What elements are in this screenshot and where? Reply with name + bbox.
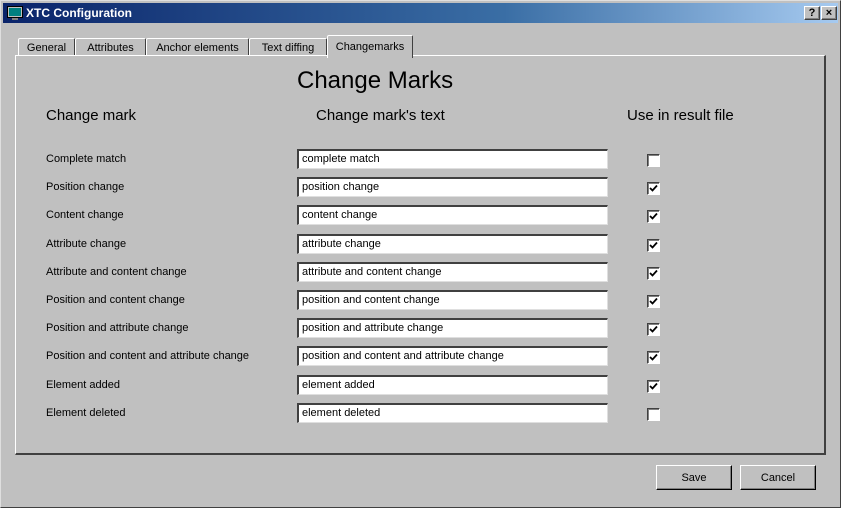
close-icon: × [825,6,833,19]
tab-general[interactable]: General [18,38,75,56]
checkmark-icon [649,269,658,277]
changemark-text-input[interactable]: element added [297,375,608,395]
use-in-result-checkbox[interactable] [647,380,660,393]
use-in-result-checkbox[interactable] [647,351,660,364]
row-label: Element added [46,379,120,391]
row-label: Element deleted [46,407,126,419]
page-title: Change Marks [297,67,454,94]
checkmark-icon [649,382,658,390]
save-button[interactable]: Save [656,465,732,490]
row-label: Content change [46,209,124,221]
row-label: Attribute change [46,238,127,250]
tab-anchor-elements[interactable]: Anchor elements [146,38,249,56]
changemark-text-input[interactable]: complete match [297,149,608,169]
changemark-text-input[interactable]: position change [297,177,608,197]
changemark-text-input[interactable]: position and content and attribute chang… [297,346,608,366]
use-in-result-checkbox[interactable] [647,239,660,252]
changemark-text-input[interactable]: position and content change [297,290,608,310]
column-header-change-mark: Change mark [46,107,137,124]
config-window: XTC Configuration ? × General Attributes… [0,0,841,508]
use-in-result-checkbox[interactable] [647,295,660,308]
use-in-result-checkbox[interactable] [647,182,660,195]
use-in-result-checkbox[interactable] [647,323,660,336]
column-header-text: Change mark's text [316,107,445,124]
row-label: Position change [46,181,125,193]
row-label: Position and attribute change [46,322,189,334]
tab-text-diffing[interactable]: Text diffing [249,38,327,56]
close-button[interactable]: × [821,6,837,20]
help-icon: ? [808,6,816,19]
help-button[interactable]: ? [804,6,820,20]
use-in-result-checkbox[interactable] [647,154,660,167]
row-label: Attribute and content change [46,266,187,278]
changemark-text-input[interactable]: attribute change [297,234,608,254]
changemark-text-input[interactable]: position and attribute change [297,318,608,338]
use-in-result-checkbox[interactable] [647,210,660,223]
checkmark-icon [649,212,658,220]
window-title: XTC Configuration [26,6,132,20]
checkmark-icon [649,325,658,333]
use-in-result-checkbox[interactable] [647,267,660,280]
column-header-use: Use in result file [627,107,734,124]
changemark-text-input[interactable]: attribute and content change [297,262,608,282]
checkmark-icon [649,241,658,249]
app-window-icon [7,6,23,20]
checkmark-icon [649,353,658,361]
use-in-result-checkbox[interactable] [647,408,660,421]
checkmark-icon [649,297,658,305]
cancel-button[interactable]: Cancel [740,465,816,490]
tab-attributes[interactable]: Attributes [75,38,146,56]
checkmark-icon [649,184,658,192]
title-bar: XTC Configuration ? × [3,3,838,23]
changemark-text-input[interactable]: content change [297,205,608,225]
row-label: Position and content and attribute chang… [46,350,250,362]
tab-changemarks[interactable]: Changemarks [327,35,413,58]
changemark-text-input[interactable]: element deleted [297,403,608,423]
row-label: Position and content change [46,294,185,306]
row-label: Complete match [46,153,127,165]
